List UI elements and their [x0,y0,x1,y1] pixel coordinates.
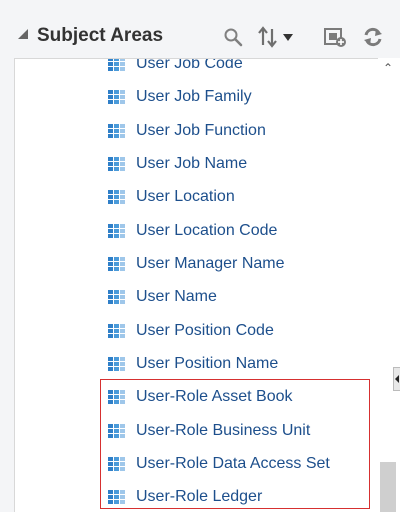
refresh-icon[interactable] [360,24,386,50]
list-item-label[interactable]: User Job Name [136,155,247,173]
subject-areas-panel: Subject Areas User Job Code User Job Fam… [0,0,400,512]
add-to-view-icon[interactable] [322,24,348,50]
splitter-handle[interactable] [393,367,400,391]
column-grid-icon [108,190,125,204]
collapse-triangle-icon[interactable] [18,29,28,39]
list-item-label[interactable]: User Position Name [136,355,278,373]
list-item[interactable]: User Job Function [15,118,375,146]
column-grid-icon [108,257,125,271]
list-item-label[interactable]: User Job Family [136,88,252,106]
list-item-label[interactable]: User Location Code [136,222,277,240]
list-item-label[interactable]: User Manager Name [136,255,285,273]
scroll-up-icon[interactable]: ⌃ [381,62,395,74]
sort-icon[interactable] [256,24,302,50]
list-item[interactable]: User Name [15,284,375,312]
column-grid-icon [108,124,125,138]
panel-title: Subject Areas [37,25,164,46]
highlight-box [100,379,370,509]
vertical-scrollbar[interactable] [378,58,400,512]
list-item[interactable]: User Job Family [15,84,375,112]
list-item-label[interactable]: User Location [136,188,235,206]
column-grid-icon [108,290,125,304]
scroll-thumb[interactable] [380,462,396,512]
list-item-label[interactable]: User Name [136,288,217,306]
list-item[interactable]: User Job Code [15,59,375,79]
list-item[interactable]: User Job Name [15,151,375,179]
list-item[interactable]: User Location Code [15,218,375,246]
column-grid-icon [108,357,125,371]
panel-header: Subject Areas [0,0,400,58]
column-grid-icon [108,324,125,338]
list-item[interactable]: User Position Code [15,318,375,346]
column-grid-icon [108,224,125,238]
column-grid-icon [108,157,125,171]
list-item-label[interactable]: User Position Code [136,322,274,340]
column-grid-icon [108,59,125,71]
list-item-label[interactable]: User Job Code [136,59,243,73]
column-grid-icon [108,90,125,104]
list-item-label[interactable]: User Job Function [136,122,266,140]
list-item[interactable]: User Manager Name [15,251,375,279]
list-item[interactable]: User Position Name [15,351,375,379]
list-item[interactable]: User Location [15,184,375,212]
search-icon[interactable] [220,24,246,50]
